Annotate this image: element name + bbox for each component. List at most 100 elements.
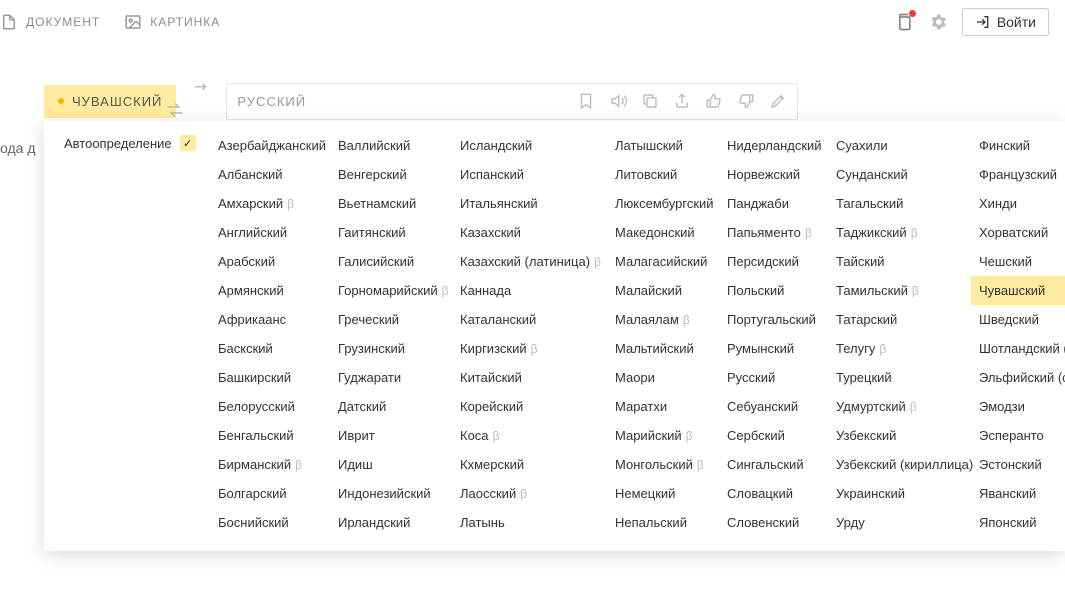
language-item[interactable]: Малагасийский [607, 247, 719, 276]
login-button[interactable]: Войти [962, 8, 1049, 36]
source-language-selector[interactable]: ЧУВАШСКИЙ [44, 85, 176, 118]
language-item[interactable]: Литовский [607, 160, 719, 189]
language-item[interactable]: Македонский [607, 218, 719, 247]
language-item[interactable]: Армянский [210, 276, 330, 305]
language-item[interactable]: Арабский [210, 247, 330, 276]
language-item[interactable]: Португальский [719, 305, 828, 334]
language-item[interactable]: Украинский [828, 479, 971, 508]
language-item[interactable]: Урду [828, 508, 971, 537]
language-item[interactable]: Венгерский [330, 160, 452, 189]
language-item[interactable]: Албанский [210, 160, 330, 189]
language-item[interactable]: Индонезийский [330, 479, 452, 508]
language-item[interactable]: Грузинский [330, 334, 452, 363]
language-item[interactable]: Шотландский (гэль [971, 334, 1065, 363]
language-item[interactable]: Сунданский [828, 160, 971, 189]
edit-button[interactable] [769, 92, 787, 110]
language-item[interactable]: Удмуртскийβ [828, 392, 971, 421]
language-item[interactable]: Себуанский [719, 392, 828, 421]
language-item[interactable]: Киргизскийβ [452, 334, 607, 363]
language-item[interactable]: Французский [971, 160, 1065, 189]
language-item[interactable]: Маратхи [607, 392, 719, 421]
language-item[interactable]: Монгольскийβ [607, 450, 719, 479]
language-item[interactable]: Хинди [971, 189, 1065, 218]
share-button[interactable] [673, 92, 691, 110]
language-item[interactable]: Румынский [719, 334, 828, 363]
language-item[interactable]: Турецкий [828, 363, 971, 392]
language-item[interactable]: Непальский [607, 508, 719, 537]
language-item[interactable]: Нидерландский [719, 131, 828, 160]
language-item[interactable]: Японский [971, 508, 1065, 537]
document-tab[interactable]: ДОКУМЕНТ [0, 13, 100, 31]
language-item[interactable]: Тамильскийβ [828, 276, 971, 305]
language-item[interactable]: Испанский [452, 160, 607, 189]
dislike-button[interactable] [737, 92, 755, 110]
language-item[interactable]: Косаβ [452, 421, 607, 450]
speak-button[interactable] [609, 92, 627, 110]
language-item[interactable]: Сингальский [719, 450, 828, 479]
language-item[interactable]: Иврит [330, 421, 452, 450]
bookmark-button[interactable] [577, 92, 595, 110]
language-item[interactable]: Латышский [607, 131, 719, 160]
language-item[interactable]: Бирманскийβ [210, 450, 330, 479]
language-item[interactable]: Горномарийскийβ [330, 276, 452, 305]
language-item[interactable]: Люксембургский [607, 189, 719, 218]
language-item[interactable]: Узбекский [828, 421, 971, 450]
language-item[interactable]: Чешский [971, 247, 1065, 276]
language-item[interactable]: Боснийский [210, 508, 330, 537]
language-item[interactable]: Башкирский [210, 363, 330, 392]
language-item[interactable]: Тагальский [828, 189, 971, 218]
language-item[interactable]: Мальтийский [607, 334, 719, 363]
language-item[interactable]: Словацкий [719, 479, 828, 508]
language-item[interactable]: Кхмерский [452, 450, 607, 479]
language-item[interactable]: Шведский [971, 305, 1065, 334]
language-item[interactable]: Финский [971, 131, 1065, 160]
language-item[interactable]: Галисийский [330, 247, 452, 276]
language-item[interactable]: Эмодзи [971, 392, 1065, 421]
language-item[interactable]: Идиш [330, 450, 452, 479]
language-item[interactable]: Телугуβ [828, 334, 971, 363]
language-item[interactable]: Исландский [452, 131, 607, 160]
language-item[interactable]: Болгарский [210, 479, 330, 508]
language-item[interactable]: Малаяламβ [607, 305, 719, 334]
language-item[interactable]: Панджаби [719, 189, 828, 218]
swap-languages-button[interactable] [176, 80, 226, 122]
language-item[interactable]: Гаитянский [330, 218, 452, 247]
language-item[interactable]: Эсперанто [971, 421, 1065, 450]
language-item[interactable]: Каталанский [452, 305, 607, 334]
language-item[interactable]: Маори [607, 363, 719, 392]
language-item[interactable]: Польский [719, 276, 828, 305]
language-item[interactable]: Узбекский (кириллица) [828, 450, 971, 479]
language-item[interactable]: Датский [330, 392, 452, 421]
picture-tab[interactable]: КАРТИНКА [124, 13, 220, 31]
language-item[interactable]: Казахский (латиница)β [452, 247, 607, 276]
language-item[interactable]: Чувашский [971, 276, 1065, 305]
language-item[interactable]: Вьетнамский [330, 189, 452, 218]
language-item[interactable]: Суахили [828, 131, 971, 160]
target-language-selector[interactable]: РУССКИЙ [237, 94, 577, 109]
language-item[interactable]: Греческий [330, 305, 452, 334]
language-item[interactable]: Марийскийβ [607, 421, 719, 450]
language-item[interactable]: Лаосскийβ [452, 479, 607, 508]
language-item[interactable]: Папьяментоβ [719, 218, 828, 247]
language-item[interactable]: Корейский [452, 392, 607, 421]
auto-detect-item[interactable]: Автоопределение ✓ [58, 131, 210, 155]
language-item[interactable]: Норвежский [719, 160, 828, 189]
language-item[interactable]: Немецкий [607, 479, 719, 508]
language-item[interactable]: Амхарскийβ [210, 189, 330, 218]
language-item[interactable]: Таджикскийβ [828, 218, 971, 247]
language-item[interactable]: Татарский [828, 305, 971, 334]
language-item[interactable]: Гуджарати [330, 363, 452, 392]
language-item[interactable]: Латынь [452, 508, 607, 537]
language-item[interactable]: Африкаанс [210, 305, 330, 334]
language-item[interactable]: Казахский [452, 218, 607, 247]
settings-button[interactable] [928, 12, 948, 32]
language-item[interactable]: Русский [719, 363, 828, 392]
language-item[interactable]: Малайский [607, 276, 719, 305]
language-item[interactable]: Итальянский [452, 189, 607, 218]
language-item[interactable]: Белорусский [210, 392, 330, 421]
language-item[interactable]: Хорватский [971, 218, 1065, 247]
language-item[interactable]: Английский [210, 218, 330, 247]
language-item[interactable]: Яванский [971, 479, 1065, 508]
language-item[interactable]: Китайский [452, 363, 607, 392]
language-item[interactable]: Бенгальский [210, 421, 330, 450]
